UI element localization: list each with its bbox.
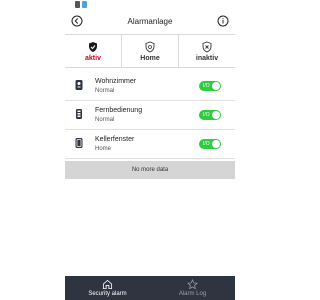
device-name: Fernbedienung bbox=[95, 107, 143, 114]
motion-sensor-icon bbox=[75, 80, 83, 90]
toggle-knob bbox=[212, 140, 220, 148]
door-sensor-icon bbox=[75, 138, 83, 148]
nav-label-security-alarm: Security alarm bbox=[88, 291, 127, 297]
list-item[interactable]: Fernbedienung Normal I/O bbox=[65, 101, 235, 130]
device-mode: Normal bbox=[95, 88, 115, 94]
shield-x-icon bbox=[202, 41, 212, 52]
tab-label-inaktiv: inaktiv bbox=[195, 54, 219, 62]
no-more-data-banner: No more data bbox=[65, 161, 235, 179]
app-screen: Alarmanlage aktiv Home inaktiv Wohnzimme… bbox=[65, 0, 235, 300]
bottom-nav: Security alarm Alarm Log bbox=[65, 276, 235, 300]
status-bar bbox=[65, 0, 235, 11]
info-circle-icon[interactable] bbox=[217, 15, 229, 27]
device-mode: Home bbox=[95, 146, 112, 152]
toggle-on-text: I/O bbox=[203, 141, 210, 147]
header: Alarmanlage bbox=[65, 11, 235, 34]
home-icon bbox=[102, 279, 113, 290]
mode-tabs: aktiv Home inaktiv bbox=[65, 34, 235, 68]
device-toggle[interactable]: I/O bbox=[199, 81, 221, 91]
tab-inaktiv[interactable]: inaktiv bbox=[179, 35, 235, 67]
shield-check-icon bbox=[89, 41, 97, 52]
device-toggle[interactable]: I/O bbox=[199, 110, 221, 120]
page-title: Alarmanlage bbox=[127, 17, 173, 26]
shield-home-icon bbox=[145, 41, 155, 52]
notification-icon bbox=[75, 1, 80, 8]
nav-alarm-log[interactable]: Alarm Log bbox=[150, 276, 235, 300]
device-name: Kellerfenster bbox=[95, 136, 135, 143]
list-item[interactable]: Kellerfenster Home I/O bbox=[65, 130, 235, 159]
device-name: Wohnzimmer bbox=[95, 78, 137, 85]
device-mode: Normal bbox=[95, 117, 115, 123]
wifi-icon bbox=[82, 1, 87, 8]
nav-label-alarm-log: Alarm Log bbox=[178, 291, 207, 297]
toggle-on-text: I/O bbox=[203, 112, 210, 118]
device-list: Wohnzimmer Normal I/O Fernbedienung Norm… bbox=[65, 72, 235, 159]
toggle-knob bbox=[212, 111, 220, 119]
device-toggle[interactable]: I/O bbox=[199, 139, 221, 149]
toggle-on-text: I/O bbox=[203, 83, 210, 89]
tab-home[interactable]: Home bbox=[122, 35, 179, 67]
tab-label-home: Home bbox=[140, 54, 160, 62]
list-item[interactable]: Wohnzimmer Normal I/O bbox=[65, 72, 235, 101]
tab-aktiv[interactable]: aktiv bbox=[65, 35, 122, 67]
tab-label-aktiv: aktiv bbox=[85, 54, 101, 62]
toggle-knob bbox=[212, 82, 220, 90]
star-icon bbox=[187, 279, 198, 290]
remote-control-icon bbox=[76, 109, 82, 119]
nav-security-alarm[interactable]: Security alarm bbox=[65, 276, 150, 300]
